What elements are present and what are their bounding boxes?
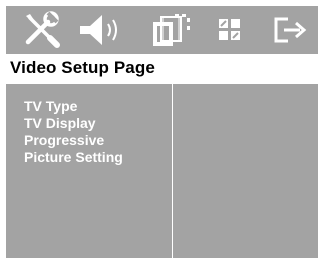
speaker-icon (80, 15, 117, 45)
tools-icon (25, 11, 60, 48)
video-setup-tab[interactable] (146, 6, 196, 54)
page-title: Video Setup Page (10, 58, 155, 77)
dvd-setup-screen: Video Setup Page TV Type TV Display Prog… (6, 6, 318, 258)
preference-setup-tab[interactable] (213, 6, 247, 54)
menu-item-tv-type[interactable]: TV Type (24, 98, 123, 115)
menu-item-progressive[interactable]: Progressive (24, 132, 123, 149)
menu-item-picture-setting[interactable]: Picture Setting (24, 149, 123, 166)
page-title-bar: Video Setup Page (6, 54, 318, 84)
exit-arrow-icon (274, 17, 307, 43)
menu-item-tv-display[interactable]: TV Display (24, 115, 123, 132)
settings-panel: TV Type TV Display Progressive Picture S… (6, 84, 318, 258)
setup-icon-bar (6, 6, 318, 54)
film-strip-icon (153, 14, 190, 46)
preference-grid-icon (219, 19, 240, 40)
setup-menu-list: TV Type TV Display Progressive Picture S… (24, 98, 123, 166)
column-divider (172, 84, 173, 258)
general-setup-tab[interactable] (20, 6, 64, 54)
exit-setup-tab[interactable] (270, 6, 310, 54)
audio-setup-tab[interactable] (74, 6, 134, 54)
